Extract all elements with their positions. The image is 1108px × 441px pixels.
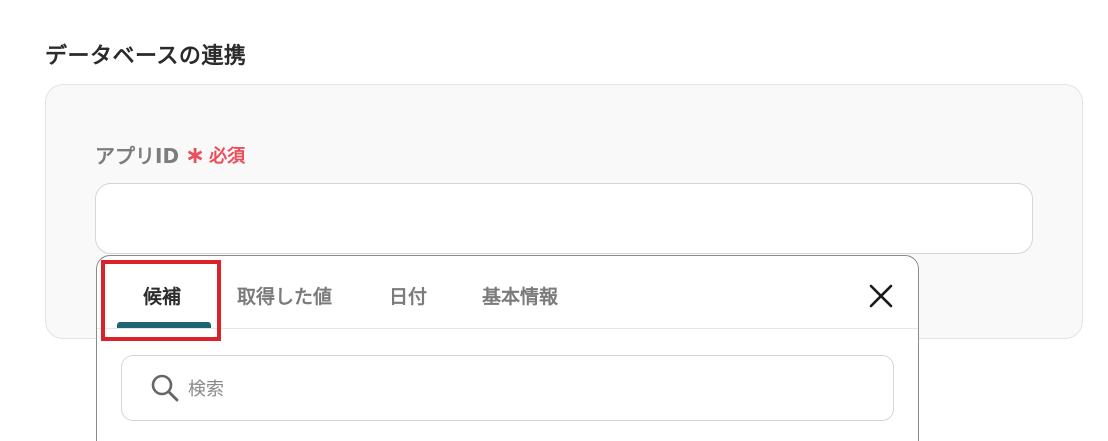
tab-date[interactable]: 日付 — [389, 282, 427, 309]
page: データベースの連携 アプリID ∗ 必須 候補 取得した値 日付 基本情報 — [0, 0, 1108, 441]
dropdown-tabs: 候補 取得した値 日付 基本情報 — [97, 256, 918, 329]
tab-basic-info[interactable]: 基本情報 — [482, 282, 558, 309]
required-text: 必須 — [209, 145, 246, 167]
suggestion-dropdown: 候補 取得した値 日付 基本情報 — [96, 255, 919, 441]
tab-candidates[interactable]: 候補 — [143, 282, 181, 309]
search-input[interactable] — [186, 356, 880, 422]
tab-acquired-values[interactable]: 取得した値 — [237, 282, 332, 309]
required-asterisk-icon: ∗ — [185, 140, 206, 169]
section-title: データベースの連携 — [45, 44, 247, 69]
close-icon — [869, 284, 893, 308]
app-id-label-text: アプリID — [95, 144, 180, 168]
active-tab-underline — [117, 322, 211, 328]
search-icon — [151, 374, 179, 402]
search-box — [121, 355, 894, 422]
app-id-input[interactable] — [95, 183, 1033, 254]
app-id-label: アプリID ∗ 必須 — [95, 140, 245, 169]
close-button[interactable] — [865, 280, 897, 312]
